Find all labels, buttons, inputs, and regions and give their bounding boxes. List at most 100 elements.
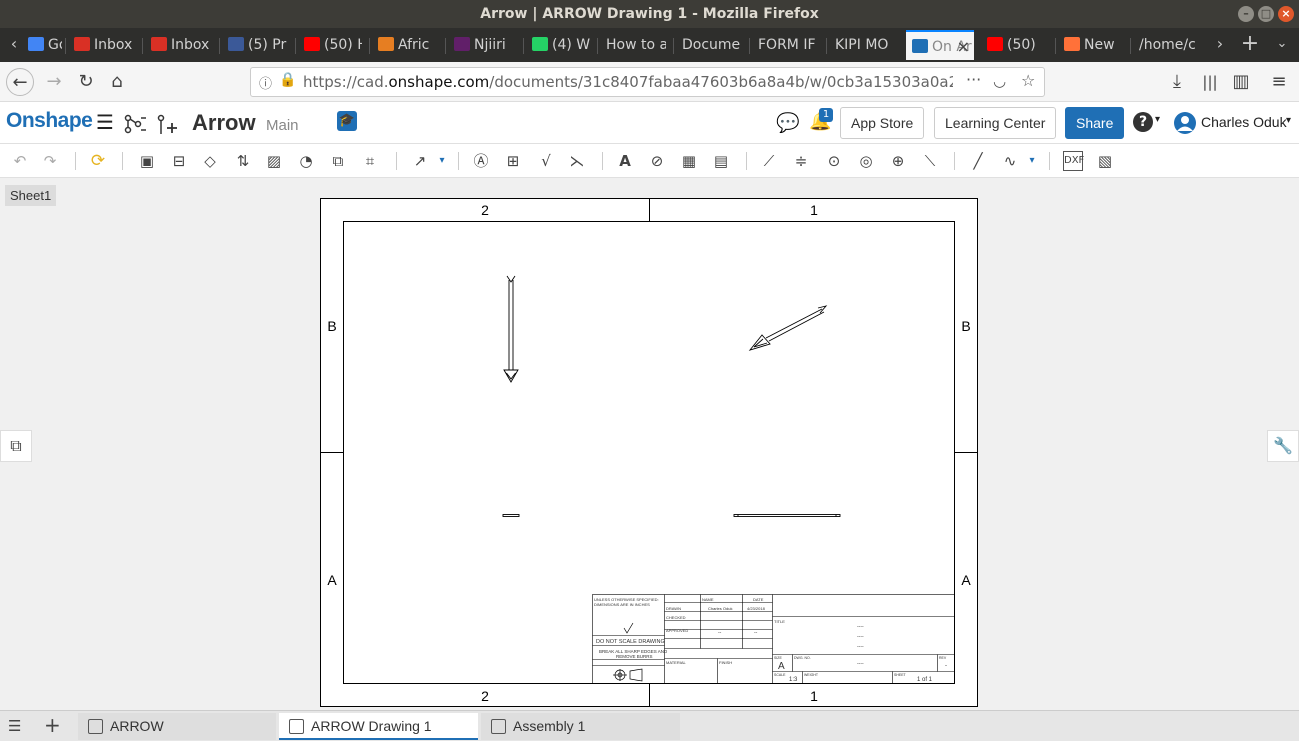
- crop-section-icon[interactable]: ▨: [264, 151, 284, 171]
- forward-icon[interactable]: →: [40, 68, 68, 96]
- learning-center-button[interactable]: Learning Center: [934, 107, 1057, 139]
- app-store-button[interactable]: App Store: [840, 107, 925, 139]
- tab-assembly[interactable]: Assembly 1: [481, 713, 680, 740]
- browser-tab[interactable]: New: [1058, 30, 1124, 60]
- section-view-icon[interactable]: ⇅: [233, 151, 253, 171]
- tb-drawn-date: 4/23/2018: [747, 606, 766, 611]
- page-actions-icon[interactable]: ···: [966, 70, 981, 89]
- user-name[interactable]: Charles Oduk: [1201, 114, 1287, 130]
- version-graph-icon[interactable]: [124, 114, 146, 134]
- document-name[interactable]: Arrow: [192, 110, 256, 136]
- table-icon[interactable]: ▦: [679, 151, 699, 171]
- feature-control-frame-icon[interactable]: ⊞: [503, 151, 523, 171]
- tb-title-value-2: ----: [857, 634, 864, 640]
- maximize-icon[interactable]: □: [1258, 6, 1274, 22]
- drawing-sheet[interactable]: 2 1 2 1 B B A A UNLESS OTHERWISE SPECIFI…: [320, 198, 979, 708]
- browser-tab[interactable]: (5) Pr: [222, 30, 288, 60]
- branch-name[interactable]: Main: [266, 117, 299, 134]
- info-icon[interactable]: ⓘ: [259, 73, 272, 92]
- sidebar-icon[interactable]: ▥: [1227, 68, 1255, 96]
- home-icon[interactable]: ⌂: [103, 68, 131, 96]
- browser-tab[interactable]: /home/c: [1133, 30, 1199, 60]
- downloads-icon[interactable]: ⤓: [1163, 68, 1191, 96]
- export-dxf-icon[interactable]: DXF: [1063, 151, 1084, 171]
- bolt-circle-icon[interactable]: ⊙: [824, 151, 844, 171]
- sketch-dropdown-icon[interactable]: ▾: [1022, 151, 1042, 171]
- detail-view-icon[interactable]: ◔: [296, 151, 316, 171]
- surface-finish-icon[interactable]: √: [536, 151, 556, 171]
- projected-view-icon[interactable]: ⊟: [169, 151, 189, 171]
- redo-icon[interactable]: ↷: [40, 151, 60, 171]
- browser-tab-label: Inbox: [171, 37, 210, 53]
- onshape-logo[interactable]: Onshape: [6, 109, 93, 133]
- comments-icon[interactable]: 💬: [776, 111, 800, 134]
- tab-arrow-partstudio[interactable]: ARROW: [78, 713, 276, 740]
- share-button[interactable]: Share: [1065, 107, 1125, 139]
- sheet-tab[interactable]: Sheet1: [5, 185, 57, 206]
- url-bar[interactable]: ⓘ 🔒 https://cad.onshape.com/documents/31…: [250, 67, 1045, 97]
- datum-icon[interactable]: Ⓐ: [471, 151, 491, 171]
- views-panel-icon[interactable]: ⧉: [0, 430, 32, 462]
- dimension-dropdown-icon[interactable]: ▾: [432, 151, 452, 171]
- avatar[interactable]: [1173, 111, 1197, 135]
- browser-tab[interactable]: (50): [981, 30, 1047, 60]
- bookmark-star-icon[interactable]: ☆: [1021, 71, 1035, 90]
- menu-icon[interactable]: ≡: [1265, 68, 1293, 96]
- circle-centermark-icon[interactable]: ◎: [856, 151, 876, 171]
- bom-table-icon[interactable]: ▤: [711, 151, 731, 171]
- back-icon[interactable]: ←: [6, 68, 34, 96]
- update-icon[interactable]: ⟳: [88, 151, 108, 171]
- minimize-icon[interactable]: –: [1238, 6, 1254, 22]
- line-icon[interactable]: ╱: [968, 151, 988, 171]
- tab-arrow-drawing[interactable]: ARROW Drawing 1: [279, 713, 478, 740]
- inspection-icon[interactable]: ⟍: [920, 151, 940, 171]
- centerline-icon[interactable]: ⟋: [759, 151, 779, 171]
- point-centermark-icon[interactable]: ⊕: [888, 151, 908, 171]
- learning-cap-icon[interactable]: 🎓: [337, 111, 357, 131]
- help-icon[interactable]: ?: [1133, 112, 1153, 132]
- browser-tab[interactable]: Docume: [676, 30, 742, 60]
- reload-icon[interactable]: ↻: [72, 68, 100, 96]
- browser-tab[interactable]: Njiiri: [448, 30, 516, 60]
- url-text[interactable]: https://cad.onshape.com/documents/31c840…: [303, 68, 953, 96]
- browser-tab[interactable]: Afric: [372, 30, 438, 60]
- properties-wrench-icon[interactable]: 🔧: [1267, 430, 1299, 462]
- crop-view-icon[interactable]: ⌗: [360, 151, 380, 171]
- browser-tab[interactable]: (50) H: [298, 30, 362, 60]
- close-tab-icon[interactable]: ×: [957, 32, 970, 60]
- close-icon[interactable]: ×: [1278, 6, 1294, 22]
- callout-icon[interactable]: ⊘: [647, 151, 667, 171]
- spline-icon[interactable]: ∿: [1000, 151, 1020, 171]
- undo-icon[interactable]: ↶: [10, 151, 30, 171]
- centermark-icon[interactable]: ≑: [791, 151, 811, 171]
- new-tab-icon[interactable]: +: [1236, 30, 1264, 58]
- tabs-scroll-right-icon[interactable]: ›: [1206, 30, 1234, 58]
- dimension-icon[interactable]: ↗: [410, 151, 430, 171]
- help-dropdown-icon[interactable]: ▾: [1155, 114, 1160, 125]
- browser-tab-label: (50) H: [324, 37, 362, 53]
- library-icon[interactable]: |||: [1196, 68, 1224, 96]
- user-dropdown-icon[interactable]: ▾: [1286, 115, 1291, 126]
- browser-tab[interactable]: On Ar ×: [906, 30, 974, 60]
- insert-view-icon[interactable]: ▣: [137, 151, 157, 171]
- browser-tab[interactable]: (4) W: [526, 30, 590, 60]
- browser-tab[interactable]: FORM IF: [752, 30, 818, 60]
- browser-tab[interactable]: How to a: [600, 30, 666, 60]
- browser-tab-label: Inbox: [94, 37, 133, 53]
- tb-finish-label: FINISH: [719, 660, 732, 665]
- weld-symbol-icon[interactable]: ⋋: [567, 151, 587, 171]
- pocket-icon[interactable]: ◡: [993, 72, 1006, 90]
- broken-view-icon[interactable]: ⧉: [328, 151, 348, 171]
- browser-tab[interactable]: Inbox: [145, 30, 211, 60]
- browser-tab[interactable]: Goog: [22, 30, 62, 60]
- note-icon[interactable]: A: [615, 151, 635, 171]
- tab-list-icon[interactable]: ⌄: [1268, 30, 1296, 58]
- document-menu-icon[interactable]: ☰: [96, 110, 114, 134]
- auxiliary-view-icon[interactable]: ◇: [200, 151, 220, 171]
- tab-manager-icon[interactable]: ☰: [8, 717, 21, 735]
- insert-image-icon[interactable]: ▧: [1095, 151, 1115, 171]
- create-version-icon[interactable]: [156, 114, 178, 134]
- insert-new-tab-icon[interactable]: +: [44, 713, 61, 737]
- browser-tab[interactable]: Inbox: [68, 30, 134, 60]
- browser-tab[interactable]: KIPI MO: [829, 30, 895, 60]
